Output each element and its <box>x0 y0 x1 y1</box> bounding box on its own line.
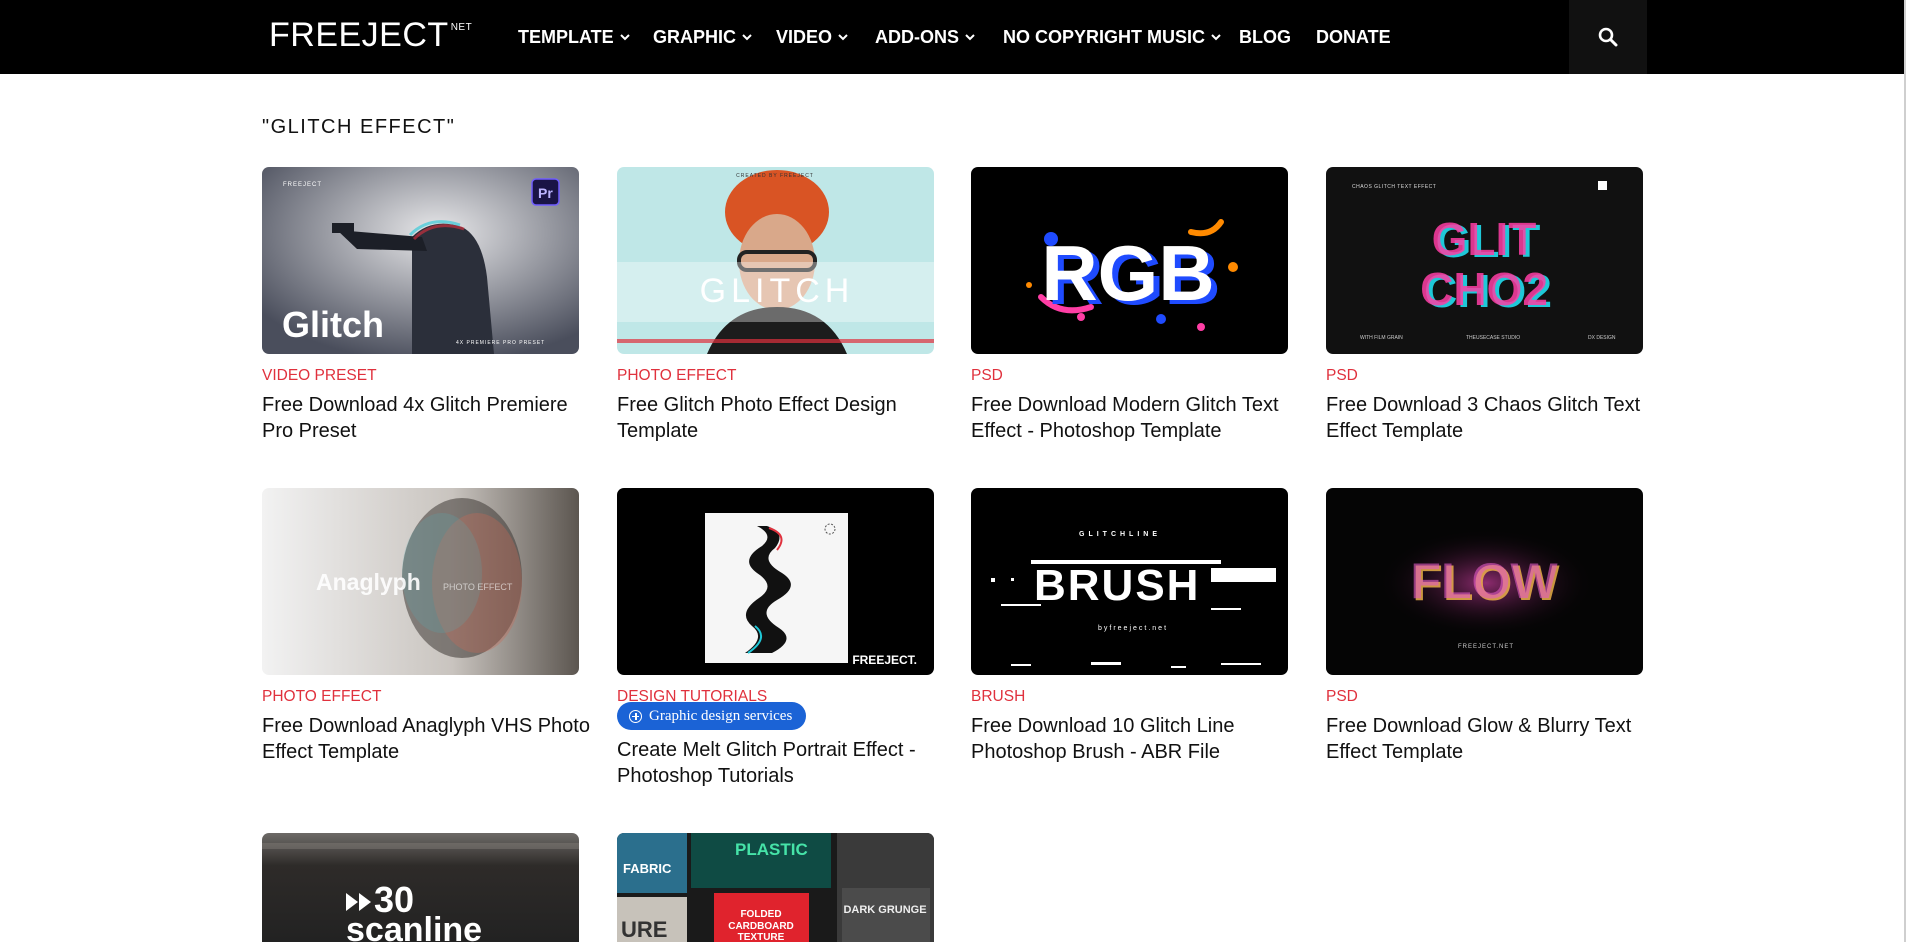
chevron-down-icon <box>838 33 848 40</box>
nav-label: NO COPYRIGHT MUSIC <box>1003 26 1206 47</box>
thumb-footer-1: WITH FILM GRAIN <box>1360 335 1403 341</box>
card-thumbnail[interactable]: CREATED BY FREEJECT GLITCH <box>617 167 934 354</box>
chevron-down-icon <box>1211 33 1221 40</box>
nav-label: GRAPHIC <box>653 26 737 47</box>
thumb-title: RGB <box>1041 229 1214 317</box>
thumb-top-label: CHAOS GLITCH TEXT EFFECT <box>1352 184 1436 190</box>
card-title[interactable]: Free Download Glow & Blurry Text Effect … <box>1326 713 1656 765</box>
card-thumbnail[interactable]: CHAOS GLITCH TEXT EFFECT GLIT GLIT CHO2 … <box>1326 167 1643 354</box>
nav-label: TEMPLATE <box>518 26 614 47</box>
thumb-subtitle: PHOTO EFFECT <box>443 582 513 592</box>
thumb-title: Anaglyph <box>316 569 421 595</box>
card-category[interactable]: BRUSH <box>971 688 1025 706</box>
nav-blog[interactable]: BLOG <box>1239 0 1291 74</box>
chevron-down-icon <box>619 33 630 40</box>
thumb-brand: FREEJECT. <box>852 653 917 667</box>
thumb-subtitle: byfreeject.net <box>1098 625 1168 632</box>
thumb-title: Glitch <box>282 304 384 345</box>
card-title[interactable]: Free Download Anaglyph VHS Photo Effect … <box>262 713 592 765</box>
thumb-texture-label-3: FOLDED <box>740 909 781 920</box>
logo-suffix: NET <box>450 22 473 33</box>
thumb-texture-label-4: CARDBOARD <box>728 921 794 932</box>
card-thumbnail[interactable]: 30 scanline <box>262 833 579 942</box>
nav-label: VIDEO <box>776 26 833 47</box>
card-thumbnail[interactable]: FREEJECT. <box>617 488 934 675</box>
thumb-subtitle: 4X PREMIERE PRO PRESET <box>456 340 545 346</box>
graphic-design-services-badge[interactable]: Graphic design services <box>617 702 807 730</box>
card-thumbnail[interactable]: Anaglyph PHOTO EFFECT <box>262 488 579 675</box>
badge-label: Graphic design services <box>649 707 793 724</box>
chevron-down-icon <box>965 33 975 40</box>
card-category[interactable]: VIDEO PRESET <box>262 367 377 385</box>
nav-label: BLOG <box>1239 26 1291 47</box>
thumb-texture-label-1: PLASTIC <box>735 840 808 859</box>
nav-video[interactable]: VIDEO <box>776 0 848 74</box>
thumb-title-word: scanline <box>346 911 482 942</box>
thumb-title-line2: CHO2 <box>1420 263 1548 315</box>
nav-label: DONATE <box>1316 26 1391 47</box>
nav-no-copyright-music[interactable]: NO COPYRIGHT MUSIC <box>1003 0 1221 74</box>
card-thumbnail[interactable]: GLITCHLINE BRUSH byfreeject.net <box>971 488 1288 675</box>
thumb-texture-label-6: DARK GRUNGE <box>843 904 926 916</box>
thumb-title: BRUSH <box>1034 561 1200 610</box>
card-category[interactable]: PSD <box>1326 688 1358 706</box>
nav-template[interactable]: TEMPLATE <box>518 0 630 74</box>
nav-label: ADD-ONS <box>875 26 959 47</box>
thumb-subtitle: FREEJECT.NET <box>1458 644 1514 650</box>
card-category[interactable]: PSD <box>1326 367 1358 385</box>
thumb-title-line1: GLIT <box>1432 213 1537 265</box>
card-category[interactable]: PSD <box>971 367 1003 385</box>
thumb-title: GLITCH <box>700 272 855 310</box>
thumb-footer-2: THEUSECASE STUDIO <box>1466 335 1520 341</box>
card-thumbnail[interactable]: FREEJECT Pr Glitch 4X PREMIERE PRO PRESE… <box>262 167 579 354</box>
card-title[interactable]: Create Melt Glitch Portrait Effect - Pho… <box>617 737 947 789</box>
thumb-texture-label-7: URE <box>621 917 667 942</box>
thumb-texture-label-5: TEXTURE <box>738 932 785 942</box>
thumb-texture-label-2: FABRIC <box>623 861 672 876</box>
site-logo[interactable]: FREEJECT NET <box>269 16 472 55</box>
card-title[interactable]: Free Download 10 Glitch Line Photoshop B… <box>971 713 1301 765</box>
card-title[interactable]: Free Download 4x Glitch Premiere Pro Pre… <box>262 392 592 444</box>
card-title[interactable]: Free Download 3 Chaos Glitch Text Effect… <box>1326 392 1656 444</box>
card-category[interactable]: PHOTO EFFECT <box>262 688 381 706</box>
nav-graphic[interactable]: GRAPHIC <box>653 0 752 74</box>
card-title[interactable]: Free Download Modern Glitch Text Effect … <box>971 392 1301 444</box>
top-navigation-bar: FREEJECT NET TEMPLATE GRAPHIC VIDEO ADD-O… <box>0 0 1904 74</box>
premiere-pro-icon: Pr <box>538 185 553 201</box>
search-results-heading: "GLITCH EFFECT" <box>262 116 456 138</box>
thumb-credit: CREATED BY FREEJECT <box>736 173 814 179</box>
thumb-brand: FREEJECT <box>283 182 322 188</box>
nav-add-ons[interactable]: ADD-ONS <box>875 0 975 74</box>
card-thumbnail[interactable]: RGB RGB <box>971 167 1288 354</box>
search-button[interactable] <box>1569 0 1647 74</box>
card-category[interactable]: PHOTO EFFECT <box>617 367 736 385</box>
thumb-title-glow: FLOW <box>1410 553 1558 609</box>
card-title[interactable]: Free Glitch Photo Effect Design Template <box>617 392 947 444</box>
logo-text: FREEJECT <box>269 16 449 54</box>
nav-donate[interactable]: DONATE <box>1316 0 1391 74</box>
thumb-footer-3: DX DESIGN <box>1588 335 1616 341</box>
card-thumbnail[interactable]: FLOW FLOW FREEJECT.NET <box>1326 488 1643 675</box>
plus-circle-icon <box>629 709 642 723</box>
thumb-top-label: GLITCHLINE <box>1079 531 1161 538</box>
card-thumbnail[interactable]: FABRIC PLASTIC URE FOLDED CARDBOARD TEXT… <box>617 833 934 942</box>
chevron-down-icon <box>742 33 752 40</box>
search-icon <box>1598 27 1618 47</box>
